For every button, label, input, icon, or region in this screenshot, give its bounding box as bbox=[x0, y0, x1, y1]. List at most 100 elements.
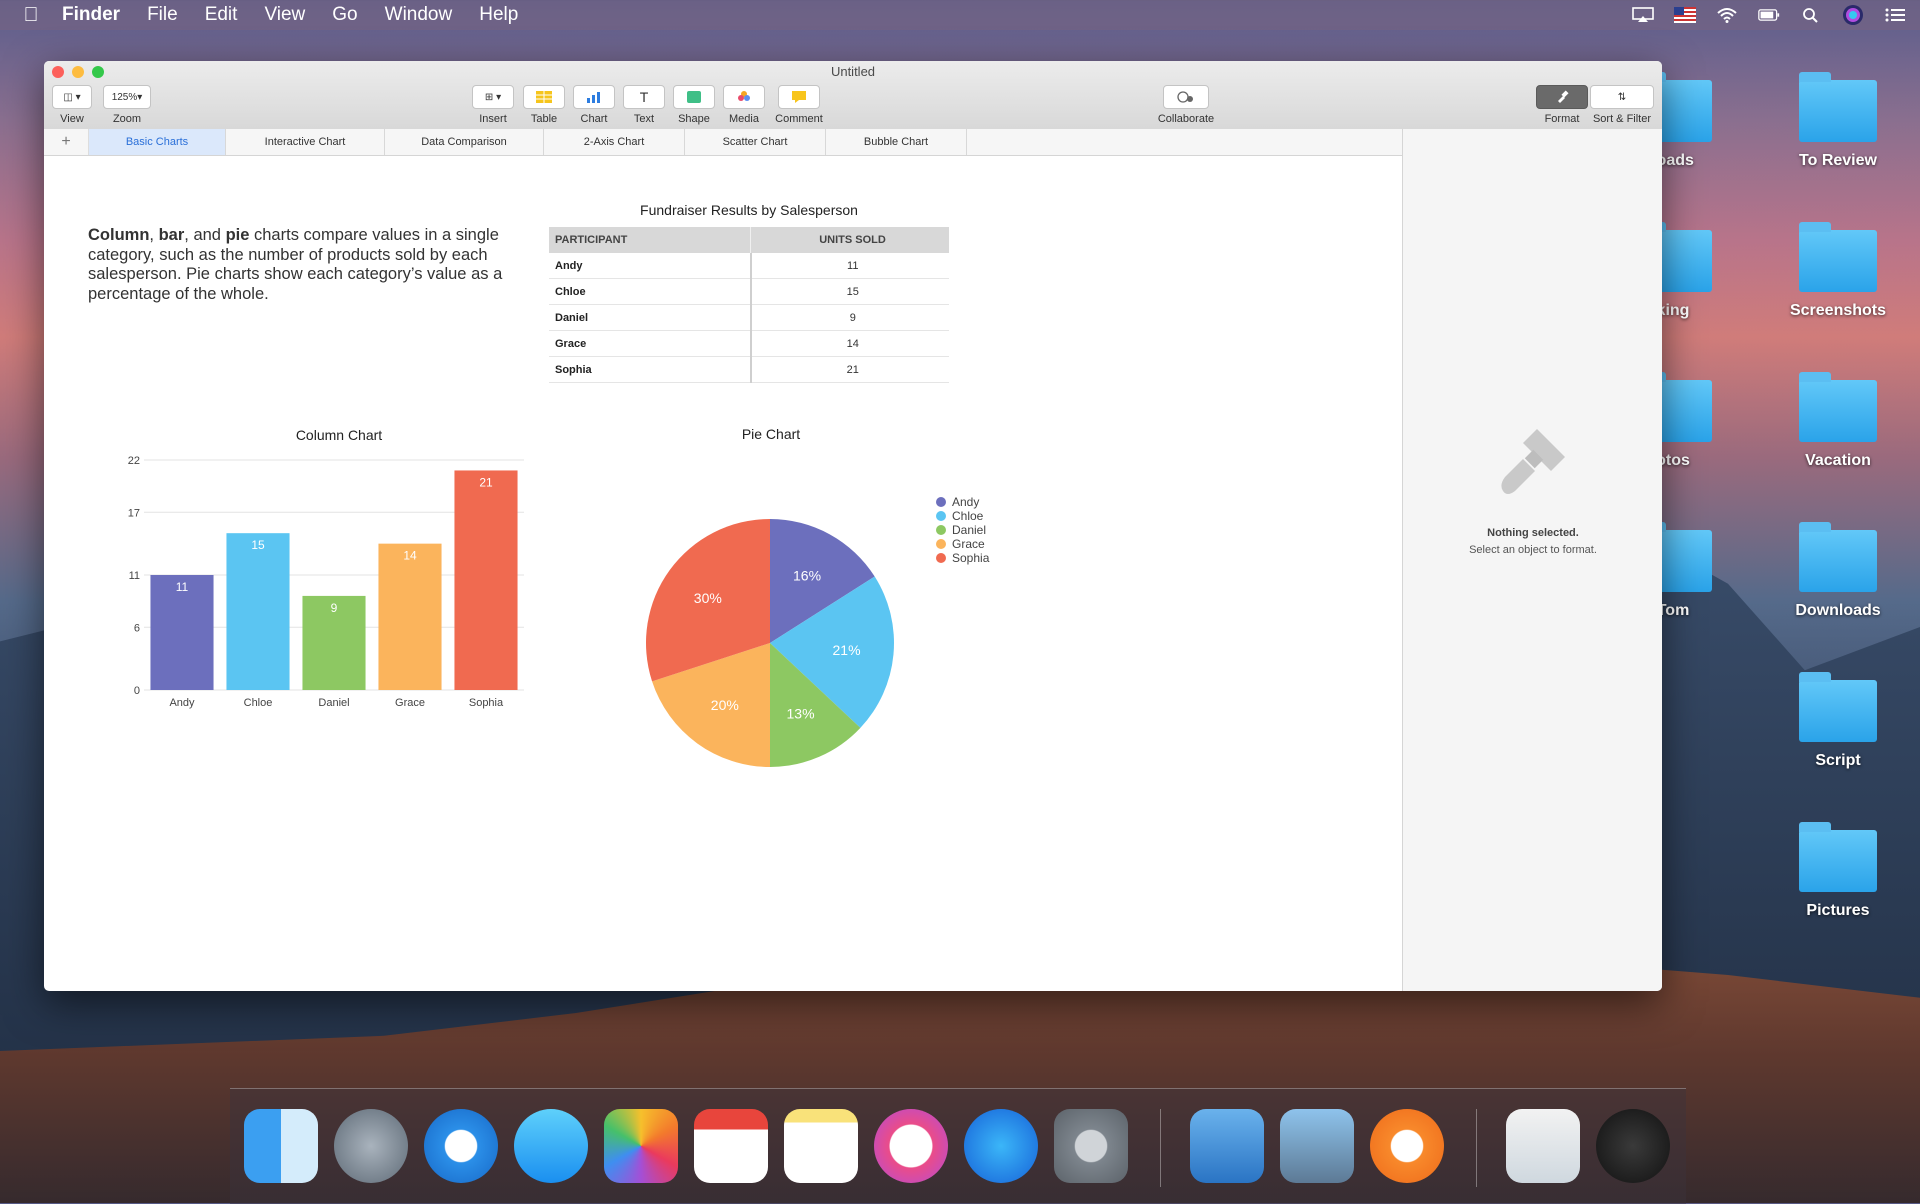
trash-icon[interactable] bbox=[1596, 1109, 1670, 1183]
table-title: Fundraiser Results by Salesperson bbox=[640, 202, 858, 218]
folder-icon bbox=[1799, 72, 1877, 142]
dock-separator bbox=[1160, 1109, 1161, 1187]
table-cell[interactable]: Sophia bbox=[549, 356, 751, 383]
desktop-folder-pictures[interactable]: Pictures bbox=[1783, 822, 1893, 920]
collaborate-button[interactable]: Collaborate bbox=[1151, 85, 1221, 125]
table-row[interactable]: Grace 14 bbox=[549, 330, 949, 357]
tab-2-axis-chart[interactable]: 2-Axis Chart bbox=[544, 129, 685, 155]
insert-button[interactable]: ⊞ ▾ Insert bbox=[471, 85, 515, 125]
media-button[interactable]: Media bbox=[722, 85, 766, 125]
us-flag-icon[interactable] bbox=[1674, 7, 1696, 23]
shape-label: Shape bbox=[678, 113, 710, 125]
table-cell[interactable]: Chloe bbox=[549, 278, 751, 305]
table-cell[interactable]: 15 bbox=[749, 278, 949, 305]
chart-button[interactable]: Chart bbox=[572, 85, 616, 125]
preview-icon[interactable] bbox=[1280, 1109, 1354, 1183]
table-cell[interactable]: 14 bbox=[749, 330, 949, 357]
apple-menu-icon[interactable]:  bbox=[0, 4, 62, 27]
desktop-folder-screenshots[interactable]: Screenshots bbox=[1783, 222, 1893, 320]
fundraiser-table[interactable]: PARTICIPANT UNITS SOLD Andy 11 Chloe 15 Da… bbox=[549, 227, 949, 383]
column-header-units-sold[interactable]: UNITS SOLD bbox=[750, 227, 949, 253]
desktop-folder-vacation[interactable]: Vacation bbox=[1783, 372, 1893, 470]
airplay-icon[interactable] bbox=[1632, 7, 1654, 23]
text-label: Text bbox=[633, 113, 655, 125]
table-cell[interactable]: 21 bbox=[749, 356, 949, 383]
wifi-icon[interactable] bbox=[1716, 7, 1738, 23]
zoom-menu[interactable]: 125% ▾ Zoom bbox=[102, 85, 152, 125]
comment-button[interactable]: Comment bbox=[772, 85, 826, 125]
notes-icon[interactable] bbox=[784, 1109, 858, 1183]
text-button[interactable]: T Text bbox=[622, 85, 666, 125]
finder-icon[interactable] bbox=[244, 1109, 318, 1183]
menu-file[interactable]: File bbox=[147, 4, 178, 26]
format-button[interactable]: Format bbox=[1534, 85, 1590, 125]
table-cell[interactable]: 11 bbox=[749, 253, 949, 279]
zoom-value: 125% ▾ bbox=[103, 85, 151, 109]
pie-chart[interactable]: 16% 21% 13% 20% 30% AndyChloeDanielGraceSophi… bbox=[594, 431, 1014, 781]
desktop-folder-downloads[interactable]: Downloads bbox=[1783, 522, 1893, 620]
siri-icon[interactable] bbox=[1842, 4, 1864, 26]
add-sheet-button[interactable]: + bbox=[44, 129, 89, 155]
table-cell[interactable]: Grace bbox=[549, 330, 751, 357]
view-button[interactable]: ◫ ▾ View bbox=[52, 85, 92, 125]
sort-filter-button[interactable]: ⇅ Sort & Filter bbox=[1586, 85, 1658, 125]
legend-label: Sophia bbox=[952, 551, 990, 565]
y-tick-label: 0 bbox=[134, 685, 140, 697]
tab-scatter-chart[interactable]: Scatter Chart bbox=[685, 129, 826, 155]
tab-data-comparison[interactable]: Data Comparison bbox=[385, 129, 544, 155]
table-cell[interactable]: Andy bbox=[549, 253, 751, 279]
table-row[interactable]: Daniel 9 bbox=[549, 304, 949, 331]
spotlight-search-icon[interactable] bbox=[1800, 7, 1822, 23]
table-icon bbox=[523, 85, 565, 109]
bar[interactable] bbox=[378, 543, 442, 690]
table-row[interactable]: Andy 11 bbox=[549, 253, 949, 279]
desktop-folder-to-review[interactable]: To Review bbox=[1783, 72, 1893, 170]
launchpad-icon[interactable] bbox=[334, 1109, 408, 1183]
app-store-icon[interactable] bbox=[964, 1109, 1038, 1183]
photos-icon[interactable] bbox=[604, 1109, 678, 1183]
table-row[interactable]: Chloe 15 bbox=[549, 278, 949, 305]
notification-center-icon[interactable] bbox=[1884, 7, 1906, 23]
legend-label: Grace bbox=[952, 537, 985, 551]
pie-percent-label: 21% bbox=[833, 642, 861, 658]
bar[interactable] bbox=[454, 470, 518, 690]
shape-button[interactable]: Shape bbox=[672, 85, 716, 125]
maps-icon[interactable] bbox=[1506, 1109, 1580, 1183]
ibooks-icon[interactable] bbox=[1370, 1109, 1444, 1183]
menu-help[interactable]: Help bbox=[479, 4, 518, 26]
legend-swatch bbox=[936, 525, 946, 535]
tab-bubble-chart[interactable]: Bubble Chart bbox=[826, 129, 967, 155]
safari-icon[interactable] bbox=[424, 1109, 498, 1183]
comment-icon bbox=[778, 85, 820, 109]
menu-window[interactable]: Window bbox=[385, 4, 453, 26]
comment-label: Comment bbox=[775, 113, 823, 125]
desc-text: , and bbox=[184, 226, 226, 244]
no-selection-hint: Select an object to format. bbox=[1469, 544, 1597, 556]
table-button[interactable]: Table bbox=[522, 85, 566, 125]
folder-icon bbox=[1799, 672, 1877, 742]
battery-icon[interactable] bbox=[1758, 7, 1780, 23]
tab-interactive-chart[interactable]: Interactive Chart bbox=[226, 129, 385, 155]
column-header-participant[interactable]: PARTICIPANT bbox=[549, 227, 751, 253]
system-preferences-icon[interactable] bbox=[1054, 1109, 1128, 1183]
menu-finder[interactable]: Finder bbox=[62, 4, 120, 26]
bar[interactable] bbox=[226, 533, 290, 690]
table-cell[interactable]: Daniel bbox=[549, 304, 751, 331]
desc-bold-column: Column bbox=[88, 226, 150, 244]
folder-icon bbox=[1799, 822, 1877, 892]
calendar-icon[interactable] bbox=[694, 1109, 768, 1183]
menu-view[interactable]: View bbox=[264, 4, 305, 26]
messages-icon[interactable] bbox=[514, 1109, 588, 1183]
collaborate-icon bbox=[1163, 85, 1209, 109]
mail-stamp-icon[interactable] bbox=[1190, 1109, 1264, 1183]
table-cell[interactable]: 9 bbox=[749, 304, 949, 331]
table-row[interactable]: Sophia 21 bbox=[549, 356, 949, 383]
menu-edit[interactable]: Edit bbox=[205, 4, 238, 26]
table-label: Table bbox=[530, 113, 558, 125]
desktop-folder-script[interactable]: Script bbox=[1783, 672, 1893, 770]
tab-basic-charts[interactable]: Basic Charts bbox=[89, 129, 226, 155]
itunes-icon[interactable] bbox=[874, 1109, 948, 1183]
column-chart[interactable]: 0 6 11 17 22 11 Andy 15 Chloe 9 Daniel 14 Grace 21 Sop… bbox=[74, 446, 534, 781]
legend-label: Daniel bbox=[952, 523, 986, 537]
menu-go[interactable]: Go bbox=[332, 4, 357, 26]
